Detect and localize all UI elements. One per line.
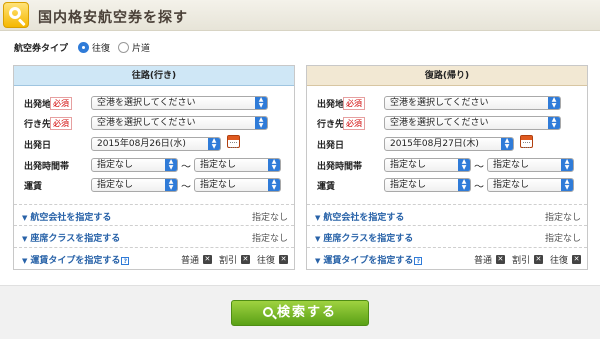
required-badge: 必須 [50,116,72,130]
page-header: 国内格安航空券を探す [0,0,600,31]
select-arrow-icon: ▲ ▼ [165,179,177,191]
outbound-time-to-select[interactable]: 指定なし ▲ ▼ [194,158,281,172]
return-airline-option[interactable]: ▼ 航空会社を指定する 指定なし [307,204,587,225]
range-separator: 〜 [181,182,191,193]
select-arrow-icon: ▲ ▼ [268,159,280,171]
return-seat-option[interactable]: ▼ 座席クラスを指定する 指定なし [307,225,587,246]
outbound-to-row: 行き先 必須 [24,116,80,130]
from-label: 出発地 [317,99,345,110]
outbound-title: 往路(行き) [14,66,294,86]
select-arrow-icon: ▲ ▼ [255,97,267,109]
time-label: 出発時間帯 [24,161,70,172]
required-badge: 必須 [50,96,72,110]
outbound-fare-from-select[interactable]: 指定なし ▲ ▼ [91,178,178,192]
outbound-fare-row: 運賃 [24,178,52,192]
select-arrow-icon: ▲ ▼ [501,138,513,150]
triangle-down-icon: ▼ [315,257,321,265]
help-icon[interactable]: ? [414,257,423,265]
calendar-icon[interactable] [227,135,240,148]
return-title: 復路(帰り) [307,66,587,86]
select-arrow-icon: ▲ ▼ [561,179,573,191]
remove-icon[interactable]: ✕ [572,255,581,264]
outbound-date-row: 出発日 [24,137,52,151]
outbound-from-select[interactable]: 空港を選択してください ▲ ▼ [91,96,268,110]
outbound-panel: 往路(行き) 出発地 必須 空港を選択してください ▲ ▼ 行き先 必須 空港を選択… [13,65,295,270]
triangle-down-icon: ▼ [22,257,28,265]
outbound-airline-option[interactable]: ▼ 航空会社を指定する 指定なし [14,204,294,225]
return-fare-to-select[interactable]: 指定なし ▲ ▼ [487,178,574,192]
from-label: 出発地 [24,99,52,110]
time-label: 出発時間帯 [317,161,363,172]
date-label: 出発日 [317,140,345,151]
fare-label: 運賃 [24,181,43,192]
select-arrow-icon: ▲ ▼ [458,179,470,191]
radio-round-trip-label[interactable]: 往復 [92,41,110,54]
select-arrow-icon: ▲ ▼ [548,97,560,109]
outbound-seat-option[interactable]: ▼ 座席クラスを指定する 指定なし [14,225,294,246]
ticket-type-label: 航空券タイプ [14,44,69,54]
outbound-time-from-select[interactable]: 指定なし ▲ ▼ [91,158,178,172]
return-to-select[interactable]: 空港を選択してください ▲ ▼ [384,116,561,130]
range-separator: 〜 [474,182,484,193]
radio-one-way-label[interactable]: 片道 [132,41,150,54]
return-time-from-select[interactable]: 指定なし ▲ ▼ [384,158,471,172]
outbound-from-row: 出発地 必須 [24,96,80,110]
triangle-down-icon: ▼ [315,235,321,243]
help-icon[interactable]: ? [121,257,130,265]
search-footer: 検索する [0,285,600,339]
return-from-row: 出発地 必須 [317,96,373,110]
remove-icon[interactable]: ✕ [279,255,288,264]
outbound-to-select[interactable]: 空港を選択してください ▲ ▼ [91,116,268,130]
return-date-select[interactable]: 2015年08月27日(木) ▲ ▼ [384,137,514,151]
return-fare-row: 運賃 [317,178,345,192]
page-title: 国内格安航空券を探す [38,10,188,26]
to-label: 行き先 [317,119,345,130]
select-arrow-icon: ▲ ▼ [268,179,280,191]
return-to-row: 行き先 必須 [317,116,373,130]
return-fare-type-option[interactable]: ▼ 運賃タイプを指定する? 普通 ✕ 割引 ✕ 往復 ✕ [307,247,587,268]
select-arrow-icon: ▲ ▼ [548,117,560,129]
calendar-icon[interactable] [520,135,533,148]
return-time-to-select[interactable]: 指定なし ▲ ▼ [487,158,574,172]
range-separator: 〜 [474,162,484,173]
to-label: 行き先 [24,119,52,130]
select-arrow-icon: ▲ ▼ [255,117,267,129]
remove-icon[interactable]: ✕ [202,255,212,264]
return-from-select[interactable]: 空港を選択してください ▲ ▼ [384,96,561,110]
search-button[interactable]: 検索する [231,300,369,326]
range-separator: 〜 [181,162,191,173]
ticket-type-selector: 航空券タイプ 往復 片道 [14,41,158,54]
return-panel: 復路(帰り) 出発地 必須 空港を選択してください ▲ ▼ 行き先 必須 空港を選択… [306,65,588,270]
triangle-down-icon: ▼ [315,214,321,222]
remove-icon[interactable]: ✕ [533,255,543,264]
outbound-time-row: 出発時間帯 [24,158,84,172]
select-arrow-icon: ▲ ▼ [208,138,220,150]
remove-icon[interactable]: ✕ [240,255,250,264]
remove-icon[interactable]: ✕ [495,255,505,264]
fare-label: 運賃 [317,181,336,192]
fare-type-tags: 普通 ✕ 割引 ✕ 往復 ✕ [180,255,288,266]
return-date-row: 出発日 [317,137,345,151]
outbound-fare-type-option[interactable]: ▼ 運賃タイプを指定する? 普通 ✕ 割引 ✕ 往復 ✕ [14,247,294,268]
outbound-date-select[interactable]: 2015年08月26日(水) ▲ ▼ [91,137,221,151]
radio-one-way[interactable] [118,42,130,53]
triangle-down-icon: ▼ [22,214,28,222]
return-time-row: 出発時間帯 [317,158,377,172]
select-arrow-icon: ▲ ▼ [165,159,177,171]
triangle-down-icon: ▼ [22,235,28,243]
date-label: 出発日 [24,140,52,151]
search-icon [262,307,273,317]
required-badge: 必須 [343,96,365,110]
return-fare-from-select[interactable]: 指定なし ▲ ▼ [384,178,471,192]
fare-type-tags: 普通 ✕ 割引 ✕ 往復 ✕ [473,255,581,266]
select-arrow-icon: ▲ ▼ [458,159,470,171]
search-icon [3,2,29,28]
outbound-fare-to-select[interactable]: 指定なし ▲ ▼ [194,178,281,192]
required-badge: 必須 [343,116,365,130]
select-arrow-icon: ▲ ▼ [561,159,573,171]
radio-round-trip[interactable] [78,42,90,53]
